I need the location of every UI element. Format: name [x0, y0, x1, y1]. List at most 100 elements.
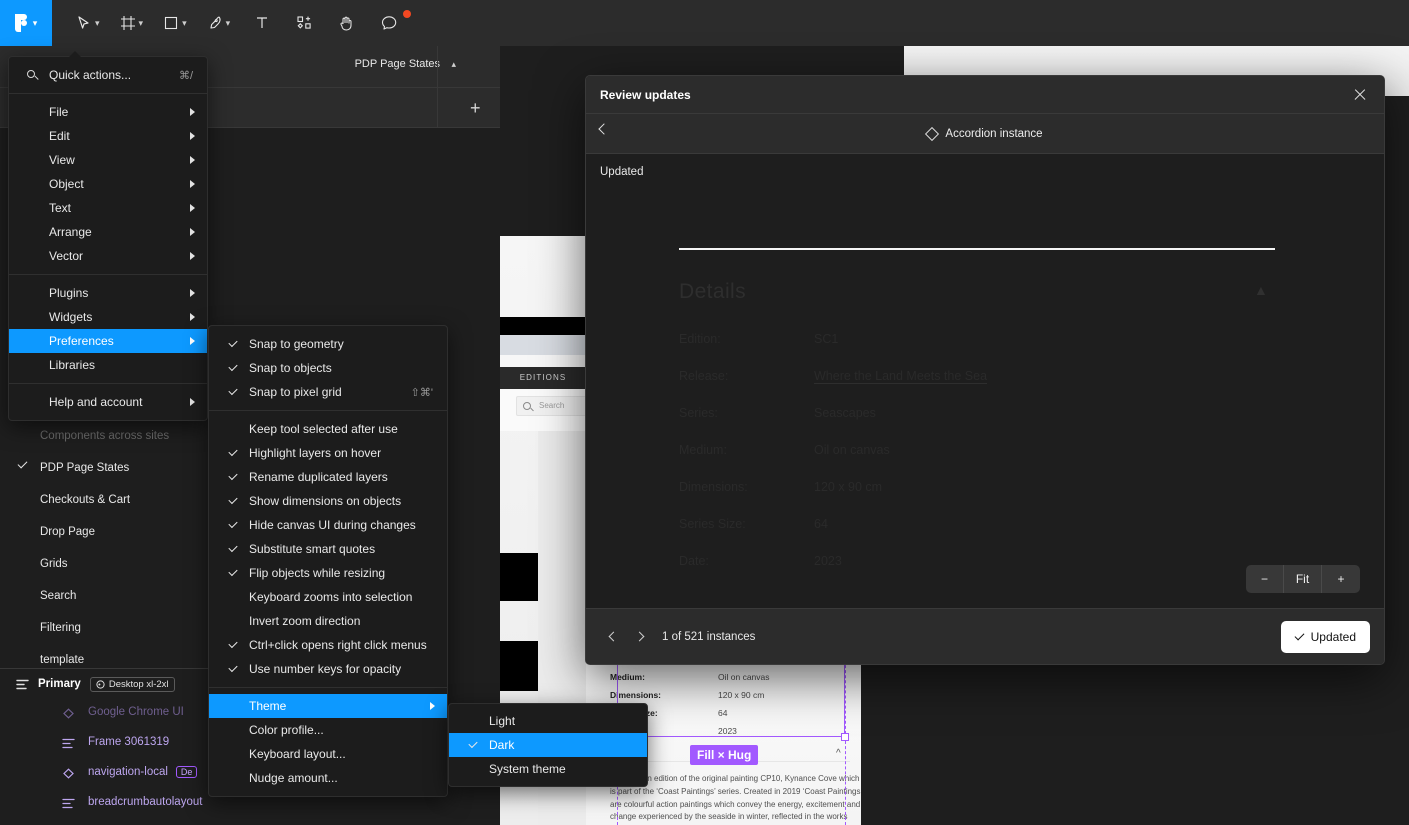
canvas-artboard-gray-band: [500, 335, 586, 355]
page-item-drop-page[interactable]: Drop Page: [0, 516, 220, 548]
pref-item-highlight-layers-on-hover[interactable]: Highlight layers on hover: [209, 441, 447, 465]
page-item-checkouts-cart[interactable]: Checkouts & Cart: [0, 484, 220, 516]
modal-preview-body[interactable]: Details ▲ Edition: SC1 Release: Where the L…: [586, 190, 1384, 608]
hand-tool[interactable]: [326, 0, 367, 46]
theme-submenu: Light Dark System theme: [448, 703, 648, 787]
menu-separator: [209, 410, 447, 411]
chevron-up-icon[interactable]: ▴: [451, 59, 456, 70]
notification-dot: [403, 10, 412, 18]
preferences-submenu: Snap to geometry Snap to objects Snap to p…: [208, 325, 448, 797]
layer-badge: De: [175, 766, 198, 778]
modal-title: Review updates: [600, 87, 691, 102]
menu-item-quick-actions[interactable]: Quick actions... ⌘/: [9, 63, 207, 87]
text-tool[interactable]: [240, 0, 284, 46]
pref-item-substitute-smart-quotes[interactable]: Substitute smart quotes: [209, 537, 447, 561]
menu-item-plugins[interactable]: Plugins: [9, 281, 207, 305]
menu-item-file[interactable]: File: [9, 100, 207, 124]
page-item-filtering[interactable]: Filtering: [0, 612, 220, 644]
zoom-controls: − Fit +: [1246, 565, 1360, 593]
pref-item-color-profile[interactable]: Color profile...: [209, 718, 447, 742]
page-item-search[interactable]: Search: [0, 580, 220, 612]
preview-detail-value: Oil on canvas: [814, 443, 890, 457]
pref-item-theme[interactable]: Theme: [209, 694, 447, 718]
check-icon: [1294, 630, 1305, 640]
menu-item-text[interactable]: Text: [9, 196, 207, 220]
figma-menu-button[interactable]: ▾: [0, 0, 52, 46]
layer-row[interactable]: breadcrumbcontainer: [0, 820, 250, 825]
chevron-down-icon: ▾: [182, 17, 187, 28]
page-item-pdp-page-states[interactable]: PDP Page States: [0, 452, 220, 484]
pref-item-ctrl-click-opens-right-click-menus[interactable]: Ctrl+click opens right click menus: [209, 633, 447, 657]
check-icon: [228, 361, 238, 372]
menu-item-libraries[interactable]: Libraries: [9, 353, 207, 377]
layer-label: Frame 3061319: [88, 736, 170, 748]
theme-item-system-theme[interactable]: System theme: [449, 757, 647, 781]
zoom-in-button[interactable]: +: [1322, 565, 1360, 593]
menu-item-label: Snap to objects: [249, 361, 332, 375]
menu-item-help-and-account[interactable]: Help and account: [9, 390, 207, 414]
search-icon: [27, 70, 35, 78]
pref-item-flip-objects-while-resizing[interactable]: Flip objects while resizing: [209, 561, 447, 585]
modal-breadcrumb-label: Accordion instance: [945, 127, 1043, 140]
chevron-down-icon: ▾: [138, 17, 144, 28]
menu-item-arrange[interactable]: Arrange: [9, 220, 207, 244]
pen-tool[interactable]: ▾: [197, 0, 241, 46]
theme-item-dark[interactable]: Dark: [449, 733, 647, 757]
pref-item-show-dimensions-on-objects[interactable]: Show dimensions on objects: [209, 489, 447, 513]
menu-item-object[interactable]: Object: [9, 172, 207, 196]
pref-item-rename-duplicated-layers[interactable]: Rename duplicated layers: [209, 465, 447, 489]
pref-item-hide-canvas-ui-during-changes[interactable]: Hide canvas UI during changes: [209, 513, 447, 537]
check-icon: [228, 337, 238, 348]
pref-item-keyboard-zooms-into-selection[interactable]: Keyboard zooms into selection: [209, 585, 447, 609]
pref-item-keep-tool-selected-after-use[interactable]: Keep tool selected after use: [209, 417, 447, 441]
device-chip-label: Desktop xl-2xl: [108, 678, 169, 690]
add-page-button[interactable]: +: [470, 99, 481, 117]
close-icon[interactable]: [1350, 85, 1370, 105]
page-item-grids[interactable]: Grids: [0, 548, 220, 580]
menu-group-help: Help and account: [9, 390, 207, 414]
menu-item-label: Ctrl+click opens right click menus: [249, 638, 427, 652]
pref-item-snap-to-objects[interactable]: Snap to objects: [209, 356, 447, 380]
pref-item-keyboard-layout[interactable]: Keyboard layout...: [209, 742, 447, 766]
pref-item-nudge-amount[interactable]: Nudge amount...: [209, 766, 447, 790]
menu-item-label: View: [49, 153, 75, 167]
menu-item-label: Rename duplicated layers: [249, 470, 388, 484]
modal-footer: 1 of 521 instances Updated: [586, 608, 1384, 664]
menu-item-label: Keyboard layout...: [249, 747, 346, 761]
pref-item-snap-to-geometry[interactable]: Snap to geometry: [209, 332, 447, 356]
shape-tool[interactable]: ▾: [153, 0, 197, 46]
page-item-label: Filtering: [40, 622, 81, 634]
selection-guide-right: [845, 660, 846, 825]
page-item-label: Grids: [40, 558, 68, 570]
next-instance-button[interactable]: [626, 624, 652, 650]
device-chip[interactable]: Desktop xl-2xl: [89, 676, 175, 692]
menu-item-view[interactable]: View: [9, 148, 207, 172]
zoom-fit-button[interactable]: Fit: [1284, 565, 1322, 593]
menu-item-edit[interactable]: Edit: [9, 124, 207, 148]
frame-tool[interactable]: ▾: [110, 0, 154, 46]
page-item-components-across-sites[interactable]: Components across sites: [0, 420, 220, 452]
zoom-out-button[interactable]: −: [1246, 565, 1284, 593]
submenu-arrow-icon: [190, 132, 195, 140]
page-item-label: template: [40, 654, 85, 666]
menu-item-label: Quick actions...: [49, 68, 132, 82]
menu-item-vector[interactable]: Vector: [9, 244, 207, 268]
check-icon: [228, 542, 238, 553]
pref-item-snap-to-pixel-grid[interactable]: Snap to pixel grid ⇧⌘': [209, 380, 447, 404]
autolayout-icon: [62, 798, 75, 809]
submenu-arrow-icon: [190, 252, 195, 260]
check-icon: [228, 518, 238, 529]
theme-item-light[interactable]: Light: [449, 709, 647, 733]
move-tool[interactable]: ▾: [66, 0, 110, 46]
resources-tool[interactable]: [284, 0, 326, 46]
pref-item-use-number-keys-for-opacity[interactable]: Use number keys for opacity: [209, 657, 447, 681]
chevron-up-icon[interactable]: ▲: [1254, 282, 1268, 298]
previous-instance-button[interactable]: [600, 624, 626, 650]
menu-item-widgets[interactable]: Widgets: [9, 305, 207, 329]
menu-item-preferences[interactable]: Preferences: [9, 329, 207, 353]
pref-item-invert-zoom-direction[interactable]: Invert zoom direction: [209, 609, 447, 633]
selection-handle[interactable]: [841, 733, 849, 741]
comment-tool[interactable]: [367, 0, 413, 46]
page-tab-label[interactable]: PDP Page States: [355, 58, 440, 70]
updated-button[interactable]: Updated: [1280, 620, 1370, 653]
